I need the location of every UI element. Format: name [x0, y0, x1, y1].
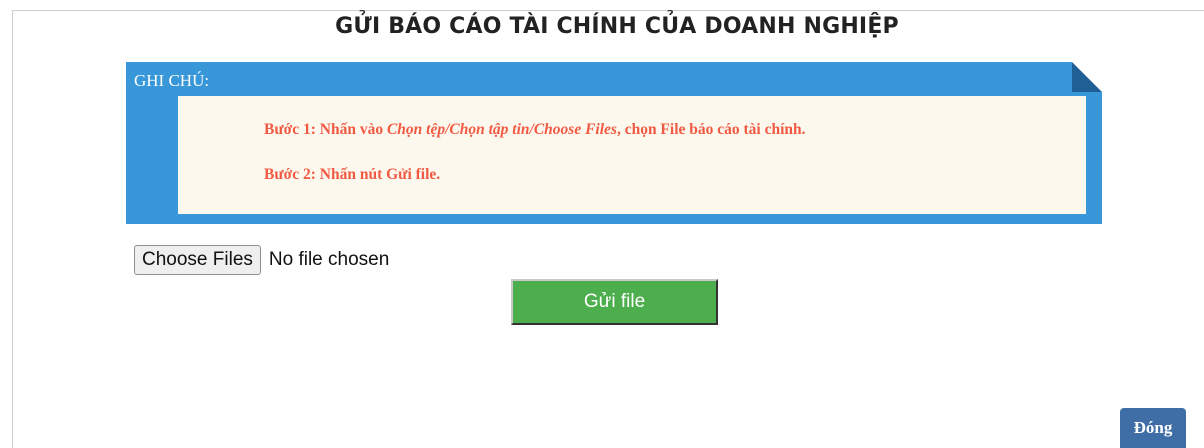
page-title: GỬI BÁO CÁO TÀI CHÍNH CỦA DOANH NGHIỆP — [335, 14, 899, 39]
step-1-file-button-name: Chọn tệp/Chọn tập tin/Choose Files — [386, 121, 617, 138]
close-button[interactable]: Đóng — [1120, 408, 1186, 448]
folded-corner-icon — [1072, 62, 1102, 92]
file-status-text: No file chosen — [268, 249, 390, 270]
file-input: Choose Files No file chosen — [134, 244, 389, 276]
note-content: Bước 1: Nhấn vào Chọn tệp/Chọn tập tin/C… — [178, 96, 1086, 214]
choose-files-button[interactable]: Choose Files — [134, 245, 261, 275]
send-file-button[interactable]: Gửi file — [511, 279, 718, 325]
note-panel: GHI CHÚ: Bước 1: Nhấn vào Chọn tệp/Chọn … — [126, 62, 1102, 224]
note-label: GHI CHÚ: — [134, 71, 210, 90]
instruction-step-1: Bước 1: Nhấn vào Chọn tệp/Chọn tập tin/C… — [264, 121, 806, 139]
step-1-suffix: , chọn File báo cáo tài chính. — [616, 121, 806, 138]
instruction-step-2: Bước 2: Nhấn nút Gửi file. — [264, 166, 441, 183]
step-1-prefix: Bước 1: Nhấn vào — [264, 121, 387, 138]
